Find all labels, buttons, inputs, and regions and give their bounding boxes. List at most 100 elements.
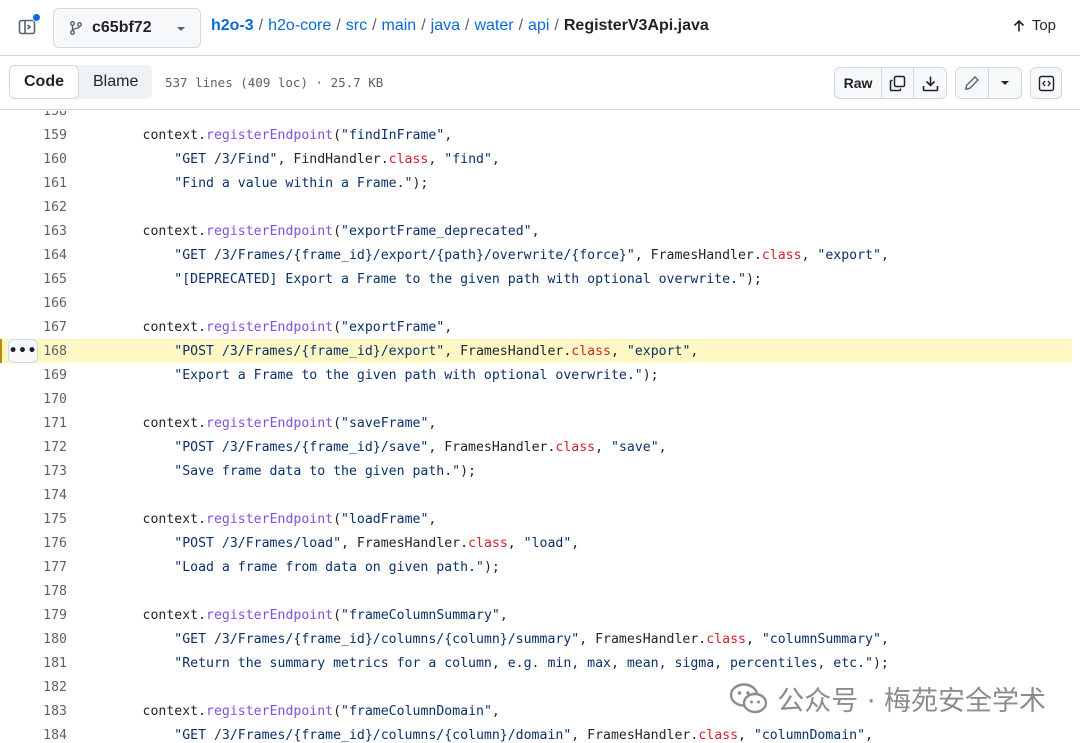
line-number[interactable]: 162 (0, 200, 67, 215)
line-number[interactable]: 165 (0, 272, 67, 287)
code-token: context. (79, 127, 207, 143)
line-source: context.registerEndpoint("frameColumnSum… (79, 608, 508, 623)
watermark: 公众号 · 梅苑安全学术 (729, 679, 1046, 718)
scroll-to-top-button[interactable]: Top (1012, 17, 1056, 34)
download-icon (922, 76, 938, 91)
tab-code[interactable]: Code (9, 65, 79, 99)
line-number[interactable]: 181 (0, 656, 67, 671)
line-number[interactable]: 179 (0, 608, 67, 623)
download-button[interactable] (914, 68, 946, 98)
code-token: , FramesHandler. (571, 727, 699, 743)
code-token: "columnDomain" (753, 727, 866, 743)
line-number: 158 (43, 111, 67, 119)
code-token: context. (79, 607, 207, 623)
line-number[interactable]: 173 (0, 464, 67, 479)
breadcrumb-link[interactable]: h2o-core (268, 17, 331, 34)
code-token: , (738, 727, 754, 743)
more-edit-options-button[interactable] (989, 68, 1021, 98)
line-source: "POST /3/Frames/load", FramesHandler.cla… (79, 536, 579, 551)
code-token: "findInFrame" (341, 127, 445, 143)
code-token: class (571, 343, 611, 359)
line-source: "Return the summary metrics for a column… (79, 656, 889, 671)
line-number[interactable]: 167 (0, 320, 67, 335)
line-number[interactable]: 180 (0, 632, 67, 647)
line-number[interactable]: 160 (0, 152, 67, 167)
code-token: "exportFrame_deprecated" (341, 223, 532, 239)
line-number[interactable]: 176 (0, 536, 67, 551)
line-number[interactable]: 174 (0, 488, 67, 503)
code-token: ( (333, 607, 342, 623)
code-token: context. (79, 511, 207, 527)
code-token: , (444, 319, 453, 335)
code-token: , FramesHandler. (579, 631, 707, 647)
code-token: , (865, 727, 874, 743)
code-token: "saveFrame" (341, 415, 429, 431)
code-token: "GET /3/Frames/{frame_id}/export/{path}/… (174, 247, 635, 263)
line-number[interactable]: 177 (0, 560, 67, 575)
raw-button[interactable]: Raw (835, 68, 882, 98)
breadcrumb-link[interactable]: water (474, 17, 513, 34)
code-token: ); (642, 367, 659, 383)
code-line: 165 "[DEPRECATED] Export a Frame to the … (0, 267, 1072, 291)
breadcrumb-link[interactable]: h2o-3 (211, 17, 254, 34)
code-token: "export" (626, 343, 691, 359)
tab-blame[interactable]: Blame (79, 65, 152, 99)
line-number[interactable]: 170 (0, 392, 67, 407)
code-token: , (595, 439, 611, 455)
breadcrumb-link[interactable]: main (382, 17, 417, 34)
code-token: "columnSummary" (761, 631, 881, 647)
chevron-down-icon (1001, 81, 1009, 85)
code-line: 163 context.registerEndpoint("exportFram… (0, 219, 1072, 243)
code-token: , (658, 439, 667, 455)
line-number[interactable]: 164 (0, 248, 67, 263)
breadcrumb-link[interactable]: api (528, 17, 549, 34)
edit-file-button[interactable] (956, 68, 989, 98)
symbols-panel-button[interactable] (1030, 67, 1062, 99)
line-source: "Load a frame from data on given path.")… (79, 560, 500, 575)
code-token: class (555, 439, 596, 455)
file-toolbar: Code Blame 537 lines (409 loc) · 25.7 KB… (0, 56, 1080, 110)
side-panel-toggle-button[interactable] (14, 13, 41, 40)
line-number[interactable]: 169 (0, 368, 67, 383)
line-number[interactable]: 178 (0, 584, 67, 599)
line-number[interactable]: 163 (0, 224, 67, 239)
file-info: 537 lines (409 loc) · 25.7 KB (165, 75, 384, 90)
line-number[interactable]: 184 (0, 728, 67, 743)
line-options-button[interactable]: ••• (8, 339, 38, 363)
line-number[interactable]: 166 (0, 296, 67, 311)
breadcrumb-link[interactable]: src (346, 17, 367, 34)
code-token: class (468, 535, 508, 551)
branch-selector-button[interactable]: c65bf72 (53, 8, 201, 48)
breadcrumb-separator: / (554, 17, 559, 34)
copy-icon (889, 75, 906, 91)
code-token: registerEndpoint (206, 319, 334, 335)
line-number[interactable]: 159 (0, 128, 67, 143)
code-token: , (531, 223, 540, 239)
branch-name: c65bf72 (92, 19, 152, 36)
line-number[interactable]: 183 (0, 704, 67, 719)
copy-raw-button[interactable] (882, 68, 914, 98)
code-line: 180 "GET /3/Frames/{frame_id}/columns/{c… (0, 627, 1072, 651)
code-line: 167 context.registerEndpoint("exportFram… (0, 315, 1072, 339)
line-source: "GET /3/Frames/{frame_id}/columns/{colum… (79, 632, 889, 647)
breadcrumb-separator: / (465, 17, 470, 34)
breadcrumb: h2o-3/h2o-core / src / main / java / water / api / R… (211, 17, 709, 35)
line-number[interactable]: 171 (0, 416, 67, 431)
code-token: "Find a value within a Frame." (174, 175, 413, 191)
line-number[interactable]: 182 (0, 680, 67, 695)
line-source: context.registerEndpoint("frameColumnDom… (79, 704, 500, 719)
code-token: "Load a frame from data on given path." (174, 559, 484, 575)
line-source: "Save frame data to the given path."); (79, 464, 476, 479)
code-token: class (698, 727, 739, 743)
line-number[interactable]: 175 (0, 512, 67, 527)
line-number[interactable]: 172 (0, 440, 67, 455)
code-token: registerEndpoint (206, 223, 334, 239)
breadcrumb-link[interactable]: java (431, 17, 460, 34)
raw-copy-download-group: Raw (834, 67, 947, 99)
line-number[interactable]: 161 (0, 176, 67, 191)
